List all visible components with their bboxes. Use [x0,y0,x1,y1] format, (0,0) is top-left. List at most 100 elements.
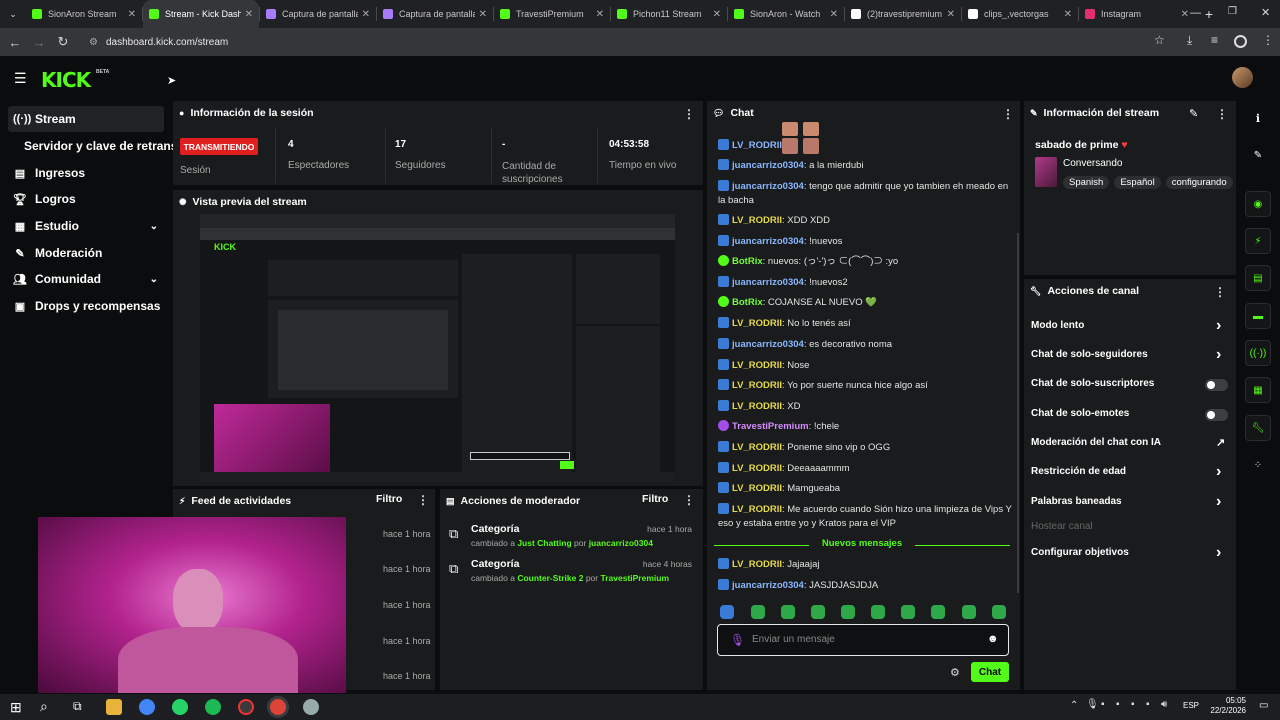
tray-app-icon[interactable]: ▪ [1116,699,1120,710]
emote-icon[interactable] [720,605,734,619]
tray-app-icon[interactable]: ▪ [1146,699,1150,710]
sidebar-item[interactable]: 🏆︎ Logros [8,186,164,212]
chat-settings-icon[interactable]: ⚙︎ [950,666,960,679]
chat-username[interactable]: LV_RODRII [732,215,782,226]
stream-info-menu-icon[interactable]: ⋮ [1216,107,1228,121]
browser-menu-icon[interactable]: ⋮ [1262,33,1274,47]
close-tab-icon[interactable]: ✕ [479,9,487,20]
chat-username[interactable]: juancarrizo0304 [732,181,804,192]
pencil-rail-icon[interactable]: ✎ [1245,142,1271,168]
chevron-right-icon[interactable]: › [1216,544,1221,562]
chat-username[interactable]: juancarrizo0304 [732,580,804,591]
toggle-switch[interactable] [1205,379,1228,391]
media-control-icon[interactable]: ≡ [1211,33,1218,47]
clock[interactable]: 05:05 22/2/2026 [1206,696,1246,716]
emoji-picker-icon[interactable]: ☻ [987,633,999,645]
chat-username[interactable]: BotRix [732,297,763,308]
hamburger-menu-icon[interactable]: ☰ [14,70,27,87]
browser-tab[interactable]: SionAron - Watch ✕ [728,0,844,28]
chat-username[interactable]: LV_RODRII [732,442,782,453]
notification-icon[interactable]: ▭ [1259,700,1268,711]
tag-espanol[interactable]: Español [1114,176,1161,189]
feed-filter-button[interactable]: Filtro [376,493,402,505]
obs-icon[interactable] [238,699,254,715]
chat-username[interactable]: TravestiPremium [732,421,809,432]
chat-username[interactable]: LV_RODRII [732,463,782,474]
microphone-tray-icon[interactable]: 🎙︎ [1086,699,1099,710]
mod-menu-icon[interactable]: ⋮ [683,493,695,507]
chat-username[interactable]: LV_RODRII [732,380,782,391]
tag-configurando[interactable]: configurando [1165,176,1233,189]
browser-tab[interactable]: SionAron Stream ✕ [26,0,142,28]
info-rail-icon[interactable]: ℹ︎ [1245,105,1271,131]
sidebar-item[interactable]: 👥︎ Comunidad ⌄ [8,266,164,292]
channel-action-item[interactable]: Moderación del chat con IA [1031,437,1161,448]
spotify-icon[interactable] [205,699,221,715]
close-tab-icon[interactable]: ✕ [1064,9,1072,20]
edit-stream-icon[interactable]: ✎ [1189,107,1198,120]
rail-icon-lightning[interactable]: ⚡︎ [1245,228,1271,254]
chevron-right-icon[interactable]: › [1216,346,1221,364]
browser-tab[interactable]: Captura de pantalla ✕ [260,0,376,28]
reload-icon[interactable]: ↻ [51,34,75,50]
windows-start-icon[interactable]: ⊞ [10,699,22,716]
channel-action-item[interactable]: Chat de solo-emotes [1031,408,1129,419]
chrome-active-icon[interactable] [270,699,286,715]
tray-app-icon[interactable]: ▪ [1131,699,1135,710]
user-avatar[interactable] [1232,67,1253,88]
chrome-icon[interactable] [139,699,155,715]
close-tab-icon[interactable]: ✕ [596,9,604,20]
close-tab-icon[interactable]: ✕ [947,9,955,20]
microphone-icon[interactable]: 🎙︎ [730,633,745,647]
rail-icon-wrench[interactable]: 🔧︎ [1245,415,1271,441]
rail-icon-chat[interactable]: ▬ [1245,303,1271,329]
chat-username[interactable]: LV_RODRII [732,559,782,570]
mod-filter-button[interactable]: Filtro [642,493,668,505]
restore-icon[interactable]: ❐ [1228,6,1237,17]
emote-icon[interactable] [751,605,765,619]
external-link-icon[interactable]: ↗ [1216,436,1225,449]
download-icon[interactable]: ⤓ [1187,33,1192,48]
channel-action-item[interactable]: Configurar objetivos [1031,547,1129,558]
site-info-icon[interactable]: ⚙︎ [89,37,98,48]
chevron-down-icon[interactable]: ⌄ [150,274,158,285]
close-tab-icon[interactable]: ✕ [362,9,370,20]
chat-username[interactable]: juancarrizo0304 [732,277,804,288]
emote-icon[interactable] [962,605,976,619]
tray-app-icon[interactable]: ▪ [1101,699,1105,710]
sidebar-item[interactable]: ((·)) Stream [8,106,164,132]
url-field[interactable]: ⚙︎ dashboard.kick.com/stream [89,37,228,48]
close-tab-icon[interactable]: ✕ [128,9,136,20]
search-icon[interactable]: ⌕ [40,698,48,715]
rail-icon-document[interactable]: ▤ [1245,265,1271,291]
close-tab-icon[interactable]: ✕ [830,9,838,20]
chevron-down-icon[interactable]: ⌄ [150,221,158,232]
chat-username[interactable]: LV_RODRII [732,504,782,515]
close-tab-icon[interactable]: ✕ [245,9,253,20]
emote-icon[interactable] [811,605,825,619]
chat-username[interactable]: juancarrizo0304 [732,160,804,171]
minimize-icon[interactable]: — [1190,7,1201,19]
chevron-right-icon[interactable]: › [1216,493,1221,511]
chat-username[interactable]: juancarrizo0304 [732,236,804,247]
channel-action-item[interactable]: Chat de solo-suscriptores [1031,378,1154,389]
emote-icon[interactable] [931,605,945,619]
volume-icon[interactable]: 🔊︎ [1161,699,1167,710]
kick-logo[interactable]: KICK [41,68,91,92]
back-icon[interactable]: ← [3,35,27,50]
close-window-icon[interactable]: ✕ [1261,6,1270,19]
browser-tab[interactable]: TravestiPremium ✕ [494,0,610,28]
browser-tab[interactable]: Pichon11 Stream ✕ [611,0,727,28]
sidebar-item[interactable]: ✎ Moderación [8,240,164,266]
rail-icon-broadcast[interactable]: ((·)) [1245,340,1271,366]
chat-username[interactable]: juancarrizo0304 [732,339,804,350]
emote-icon[interactable] [871,605,885,619]
tray-chevron-icon[interactable]: ⌃ [1070,700,1078,711]
browser-tab[interactable]: Instagram ✕ [1079,0,1195,28]
emote-icon[interactable] [841,605,855,619]
chat-input[interactable]: 🎙︎ Enviar un mensaje ☻ [717,624,1009,656]
send-chat-button[interactable]: Chat [971,662,1009,682]
tab-search-icon[interactable]: ⌄ [0,9,26,20]
session-menu-icon[interactable]: ⋮ [683,107,695,121]
sidebar-item[interactable]: ▤ Ingresos [8,160,164,186]
